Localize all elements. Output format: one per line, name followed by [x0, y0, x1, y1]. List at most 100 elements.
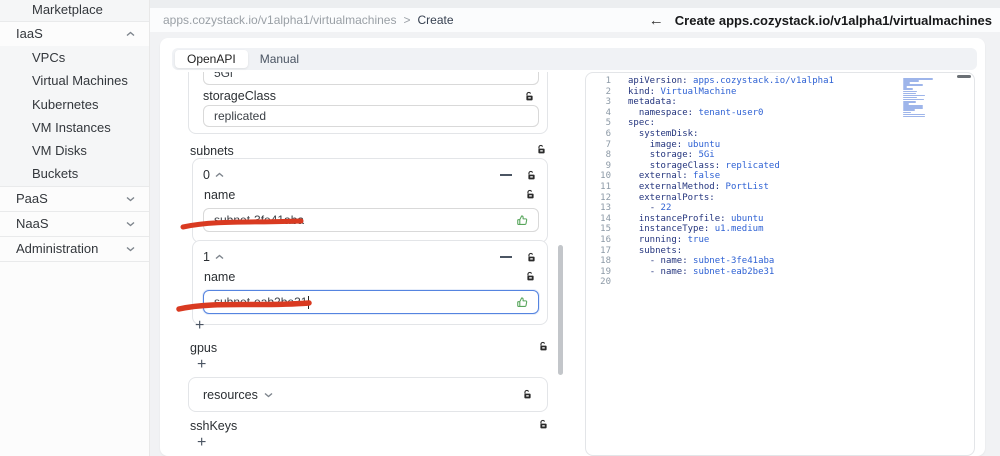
line-number: 14 [600, 213, 611, 224]
lock-icon [526, 252, 537, 263]
line-content: running: true [638, 234, 710, 245]
add-sshkey-button[interactable]: + [197, 435, 206, 451]
subnet-name-input-0[interactable]: subnet-3fe41aba [203, 208, 539, 232]
sidebar-group-iaas[interactable]: IaaS [0, 22, 149, 46]
minimap-line [903, 109, 915, 111]
sidebar: Marketplace IaaS VPCs Virtual Machines Kuber… [0, 0, 150, 456]
chevron-down-icon [126, 246, 135, 252]
line-content: instanceProfile: ubuntu [638, 213, 764, 224]
code-line-12[interactable]: 12 externalPorts: [586, 193, 974, 204]
line-content: kind: VirtualMachine [628, 86, 737, 97]
code-line-10[interactable]: 10 external: false [586, 171, 974, 182]
line-content: storage: 5Gi [649, 150, 715, 161]
line-number: 1 [605, 76, 611, 86]
header-band: apps.cozystack.io/v1alpha1/virtualmachin… [150, 8, 1000, 32]
line-content: systemDisk: [638, 128, 699, 139]
subnet-item-index: 1 [203, 250, 210, 264]
code-line-6[interactable]: 6 systemDisk: [586, 129, 974, 140]
subnet-name-input-1[interactable]: subnet-eab2be31 [203, 290, 539, 314]
line-number: 6 [605, 128, 611, 139]
remove-item-icon[interactable] [500, 169, 512, 181]
add-subnet-button[interactable]: + [195, 318, 204, 334]
resources-card: resources [188, 377, 548, 412]
subnet-item-toggle[interactable]: 0 [203, 168, 224, 182]
code-line-15[interactable]: 15 instanceType: u1.medium [586, 224, 974, 235]
storage-input-value: 5Gi [214, 72, 233, 80]
code-line-16[interactable]: 16 running: true [586, 235, 974, 246]
subnet-item-toggle[interactable]: 1 [203, 250, 224, 264]
remove-item-icon[interactable] [500, 251, 512, 263]
resources-label: resources [203, 387, 258, 402]
resources-toggle[interactable]: resources [203, 388, 273, 402]
tab-bar: OpenAPI Manual [172, 48, 977, 70]
line-content: storageClass: replicated [649, 160, 780, 171]
add-gpu-button[interactable]: + [197, 357, 206, 373]
sidebar-group-naas[interactable]: NaaS [0, 212, 149, 236]
line-content: image: ubuntu [649, 139, 721, 150]
tab-manual[interactable]: Manual [248, 50, 311, 68]
subnet-item-index: 0 [203, 168, 210, 182]
sshkeys-label: sshKeys [190, 419, 238, 433]
line-number: 18 [600, 256, 611, 267]
sidebar-item-marketplace[interactable]: Marketplace [0, 0, 149, 21]
chevron-down-icon [126, 196, 135, 202]
line-number: 8 [605, 150, 611, 161]
lock-icon [526, 170, 537, 181]
thumbs-up-icon[interactable] [516, 296, 529, 312]
code-line-9[interactable]: 9 storageClass: replicated [586, 161, 974, 172]
sidebar-item-virtual-machines[interactable]: Virtual Machines [0, 69, 149, 93]
subnet-name-label: name [204, 187, 236, 202]
minimap-line [903, 111, 911, 113]
line-number: 3 [605, 97, 611, 108]
minimap-line [903, 90, 917, 93]
sidebar-divider [0, 260, 149, 262]
line-content: metadata: [628, 97, 677, 108]
code-line-17[interactable]: 17 subnets: [586, 246, 974, 257]
sidebar-item-vm-disks[interactable]: VM Disks [0, 139, 149, 163]
sidebar-item-vm-instances[interactable]: VM Instances [0, 115, 149, 140]
back-arrow-icon[interactable]: ← [649, 13, 664, 28]
code-line-7[interactable]: 7 image: ubuntu [586, 140, 974, 151]
sidebar-item-vpcs[interactable]: VPCs [0, 46, 149, 70]
code-line-11[interactable]: 11 externalMethod: PortList [586, 182, 974, 193]
page-title: Create apps.cozystack.io/v1alpha1/virtua… [674, 12, 992, 28]
line-number: 13 [600, 203, 611, 214]
code-line-5[interactable]: 5 spec: [586, 118, 974, 129]
sidebar-item-buckets[interactable]: Buckets [0, 162, 149, 186]
lock-icon [538, 341, 549, 352]
sidebar-group-administration[interactable]: Administration [0, 237, 149, 261]
code-line-13[interactable]: 13 - 22 [586, 203, 974, 214]
sidebar-group-paas[interactable]: PaaS [0, 187, 149, 211]
lock-icon [538, 419, 549, 430]
sidebar-item-kubernetes[interactable]: Kubernetes [0, 92, 149, 116]
code-line-14[interactable]: 14 instanceProfile: ubuntu [586, 214, 974, 225]
code-line-8[interactable]: 8 storage: 5Gi [586, 150, 974, 161]
line-content [611, 277, 628, 288]
tab-openapi[interactable]: OpenAPI [175, 50, 248, 68]
thumbs-up-icon[interactable] [516, 214, 529, 230]
line-number: 17 [600, 245, 611, 256]
code-line-20[interactable]: 20 [586, 277, 974, 288]
minimap-line [903, 115, 925, 118]
lock-icon [524, 91, 535, 102]
line-number: 16 [600, 234, 611, 245]
line-number: 4 [605, 107, 611, 118]
yaml-editor[interactable]: 1 apiVersion: apps.cozystack.io/v1alpha1 2… [585, 72, 975, 456]
sidebar-group-label: IaaS [16, 26, 43, 41]
subnet-name-label: name [204, 269, 236, 284]
editor-minimap[interactable] [903, 78, 949, 120]
minimap-slider[interactable] [957, 75, 971, 78]
breadcrumb-path[interactable]: apps.cozystack.io/v1alpha1/virtualmachin… [163, 13, 396, 27]
code-line-19[interactable]: 19 - name: subnet-eab2be31 [586, 267, 974, 278]
storage-input[interactable]: 5Gi [203, 72, 539, 85]
scrollbar-thumb[interactable] [558, 245, 563, 375]
storageclass-input[interactable]: replicated [203, 105, 539, 127]
chevron-down-icon [126, 221, 135, 227]
systemdisk-group-card: 5Gi storageClass replicated [188, 72, 548, 134]
line-content: subnets: [638, 245, 683, 256]
chevron-up-icon [215, 254, 224, 260]
line-number: 12 [600, 192, 611, 203]
form-scrollbar[interactable] [558, 72, 563, 456]
text-caret [308, 295, 310, 309]
code-line-18[interactable]: 18 - name: subnet-3fe41aba [586, 256, 974, 267]
